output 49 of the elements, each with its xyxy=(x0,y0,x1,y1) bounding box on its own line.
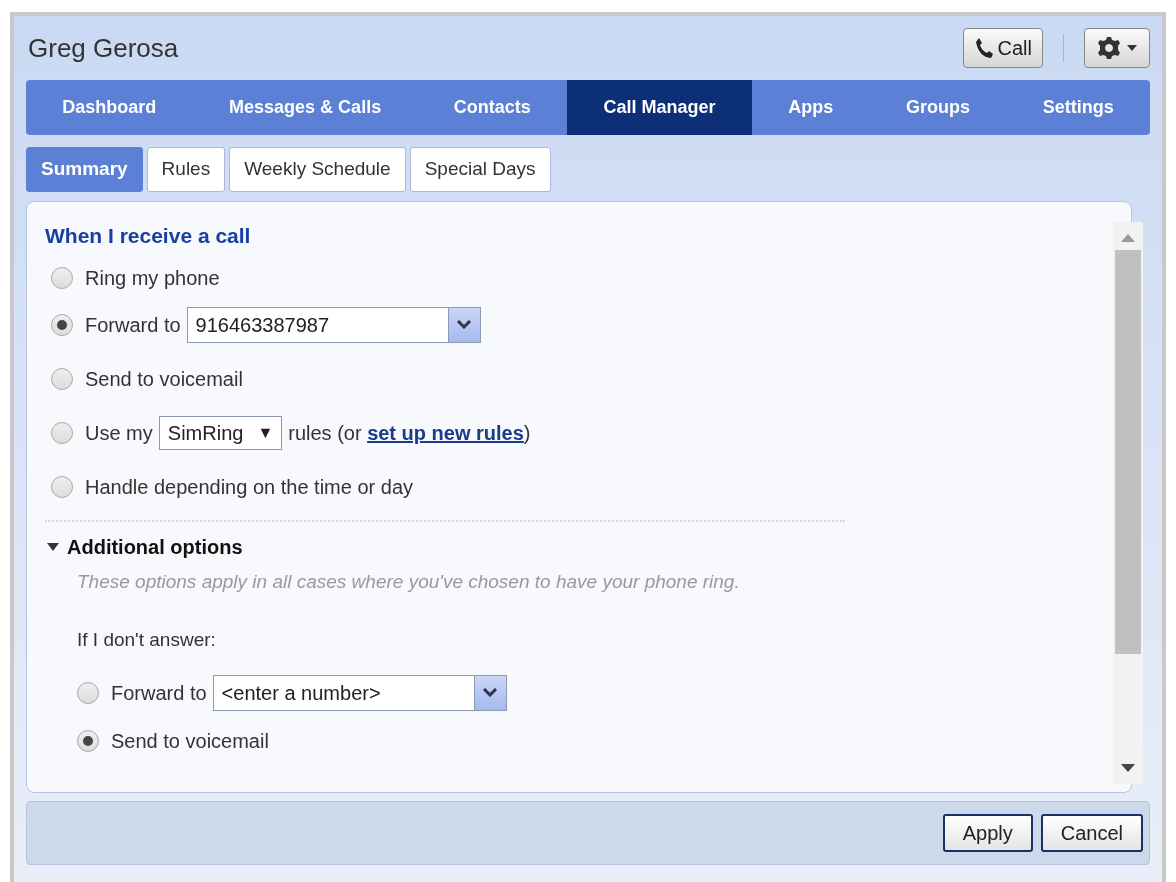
section-heading: When I receive a call xyxy=(45,223,251,249)
user-name: Greg Gerosa xyxy=(28,31,179,65)
caret-icon xyxy=(1127,45,1137,51)
sub-tab[interactable]: Summary xyxy=(26,147,143,192)
nav-tab[interactable]: Messages & Calls xyxy=(192,80,418,135)
scroll-down-arrow-icon[interactable] xyxy=(1121,764,1135,772)
option-label: Ring my phone xyxy=(85,265,220,291)
call-button[interactable]: Call xyxy=(962,28,1043,68)
option-label: Send to voicemail xyxy=(111,728,269,754)
scrollbar[interactable] xyxy=(1113,222,1143,784)
sub-tab[interactable]: Rules xyxy=(146,147,226,192)
section-title: Additional options xyxy=(67,534,243,560)
rules-text: rules (or set up new rules) xyxy=(288,420,531,446)
nav-tab[interactable]: Call Manager xyxy=(567,80,752,135)
options-note: These options apply in all cases where you've chosen to have your phone ring. xyxy=(76,569,741,594)
scroll-up-arrow-icon[interactable] xyxy=(1121,234,1135,242)
radio-button[interactable] xyxy=(77,729,99,752)
combo-box[interactable]: 916463387987 xyxy=(186,306,481,343)
option-label: Send to voicemail xyxy=(85,366,243,392)
radio-button[interactable] xyxy=(51,266,73,289)
nav-tab[interactable]: Contacts xyxy=(417,80,568,135)
combo-value: 916463387987 xyxy=(194,312,331,338)
radio-button[interactable] xyxy=(51,313,73,336)
footer-button[interactable]: Cancel xyxy=(1040,814,1143,852)
rule-select[interactable]: SimRing ▼ xyxy=(158,415,283,450)
settings-button[interactable] xyxy=(1084,28,1150,68)
setup-rules-link[interactable]: set up new rules xyxy=(367,421,524,444)
combo-box[interactable]: <enter a number> xyxy=(212,674,507,711)
sub-tab[interactable]: Weekly Schedule xyxy=(229,147,406,192)
phone-icon xyxy=(973,37,994,59)
option-label: Use my xyxy=(85,420,153,446)
footer-button[interactable]: Apply xyxy=(942,814,1033,852)
nav-tab[interactable]: Dashboard xyxy=(26,80,193,135)
option-label: Forward to xyxy=(111,680,207,706)
radio-button[interactable] xyxy=(51,367,73,390)
nav-tab[interactable]: Settings xyxy=(1006,80,1150,135)
radio-button[interactable] xyxy=(77,681,99,704)
combo-value: <enter a number> xyxy=(220,680,382,706)
nav-tab[interactable]: Groups xyxy=(869,80,1007,135)
nav-tab[interactable]: Apps xyxy=(751,80,870,135)
prompt-text: If I don't answer: xyxy=(76,628,217,652)
option-label: Forward to xyxy=(85,312,181,338)
dropdown-arrow-icon: ▼ xyxy=(257,420,274,445)
sub-tab[interactable]: Special Days xyxy=(409,147,551,192)
radio-button[interactable] xyxy=(51,475,73,498)
option-label: Handle depending on the time or day xyxy=(85,474,413,500)
radio-button[interactable] xyxy=(51,421,73,444)
collapse-triangle-icon[interactable] xyxy=(47,542,59,551)
settings-icon xyxy=(1097,36,1121,60)
